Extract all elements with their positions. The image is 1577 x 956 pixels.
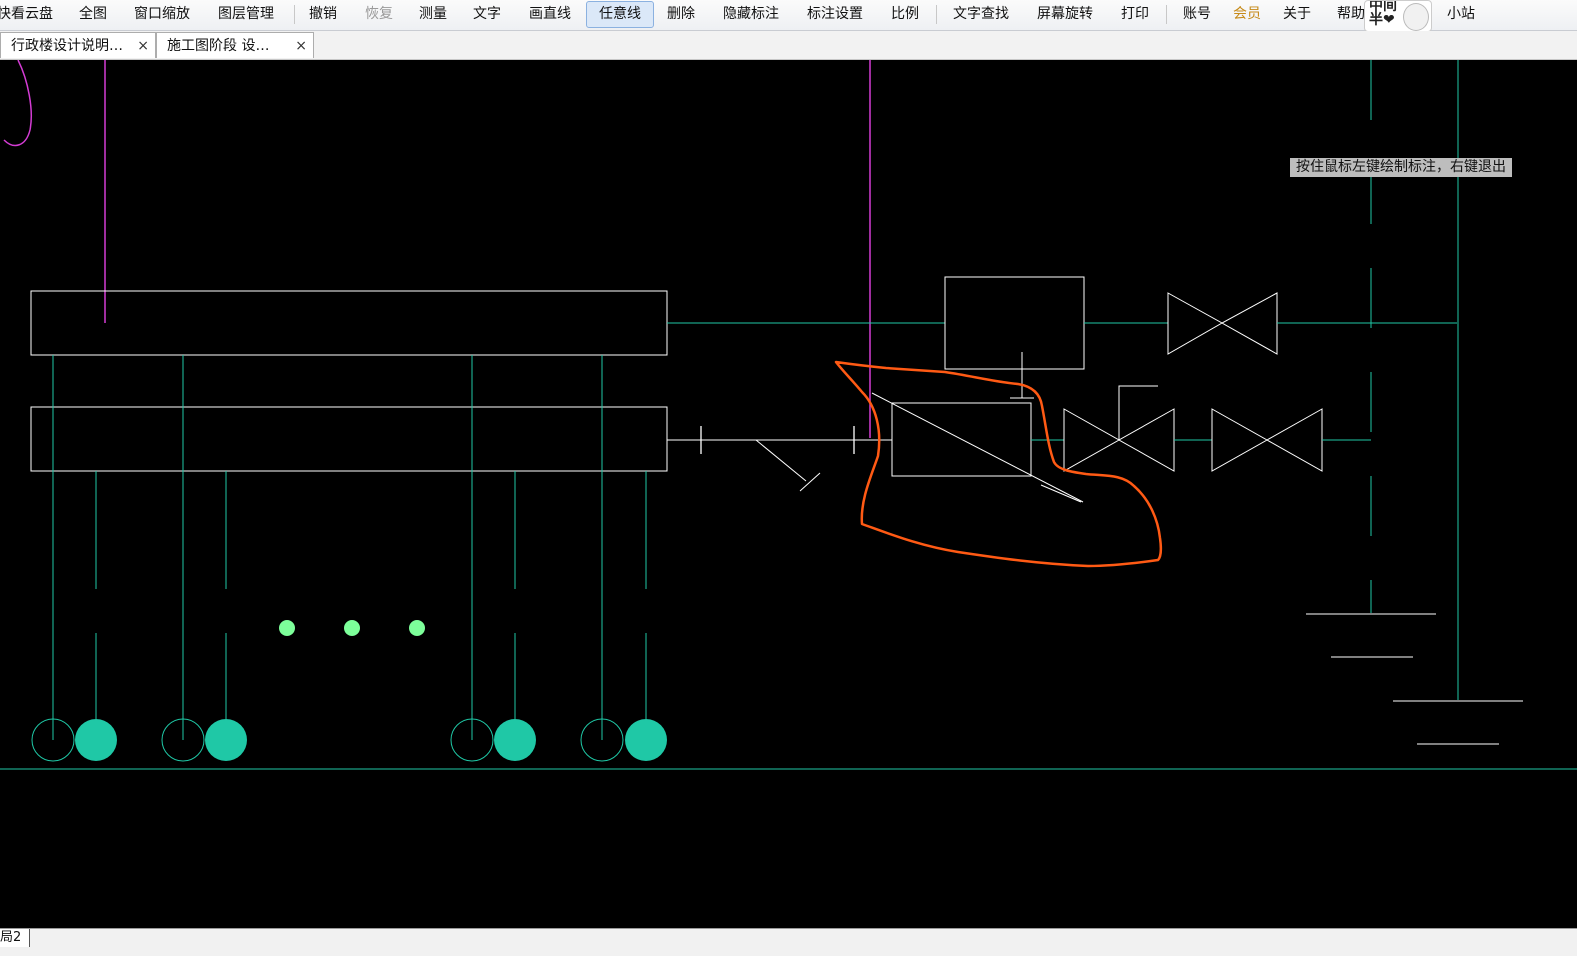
toolbar-find-text-button[interactable]: 文字查找 — [948, 0, 1014, 28]
header-box-lower — [30, 406, 668, 472]
branch-line-cap — [799, 472, 821, 492]
document-tab-bar: 行政楼设计说明… × 施工图阶段 设… × — [0, 31, 1577, 60]
toolbar-zoom-button[interactable]: 窗口缩放 — [130, 0, 194, 28]
gate-valve-symbol — [1220, 292, 1278, 355]
terminal-circle-filled — [75, 719, 117, 761]
gate-valve-symbol — [1265, 408, 1323, 472]
toolbar-separator — [1166, 5, 1167, 24]
toolbar-line-button[interactable]: 画直线 — [524, 0, 576, 28]
filter-diagonal — [871, 392, 1084, 503]
ellipsis-dot — [279, 620, 295, 636]
terminal-circle-filled — [205, 719, 247, 761]
help-badge-line2: 半❤ — [1369, 12, 1395, 28]
toolbar-measure-button[interactable]: 测量 — [414, 0, 452, 28]
toolbar-delete-button[interactable]: 删除 — [662, 0, 700, 28]
document-tab-1-label: 行政楼设计说明… — [11, 38, 123, 54]
toolbar-hide-annotations-button[interactable]: 隐藏标注 — [718, 0, 784, 28]
header-box-upper — [30, 290, 668, 356]
toolbar-print-button[interactable]: 打印 — [1116, 0, 1154, 28]
drawing-hint-tooltip: 按住鼠标左键绘制标注，右键退出 — [1290, 158, 1512, 177]
toolbar-fullview-button[interactable]: 全图 — [74, 0, 112, 28]
status-bar: 局2 — [0, 928, 1577, 956]
toolbar: 快看云盘 全图 窗口缩放 图层管理 撤销 恢复 测量 文字 画直线 任意线 删除… — [0, 0, 1577, 32]
terminal-circle-filled — [494, 719, 536, 761]
toolbar-vip-button[interactable]: 会员 — [1228, 0, 1266, 28]
layout-sheet-tab[interactable]: 局2 — [0, 929, 31, 947]
toolbar-site-button[interactable]: 小站 — [1442, 0, 1480, 28]
help-mascot-badge[interactable]: 中间 半❤ — [1364, 0, 1432, 32]
control-valve-symbol — [1117, 408, 1175, 472]
gate-valve-symbol — [1167, 292, 1224, 355]
toolbar-separator — [294, 5, 295, 24]
toolbar-text-button[interactable]: 文字 — [468, 0, 506, 28]
toolbar-about-button[interactable]: 关于 — [1278, 0, 1316, 28]
close-icon[interactable]: × — [295, 33, 307, 59]
toolbar-annotation-settings-button[interactable]: 标注设置 — [802, 0, 868, 28]
close-icon[interactable]: × — [137, 33, 149, 59]
control-valve-symbol — [1063, 408, 1121, 472]
toolbar-separator — [936, 5, 937, 24]
bunny-mascot-icon — [1403, 3, 1429, 31]
control-valve-actuator — [1118, 385, 1158, 440]
branch-line — [755, 439, 807, 482]
toolbar-cloud-button[interactable]: 快看云盘 — [0, 0, 58, 28]
filter-tail — [1040, 484, 1082, 503]
toolbar-scale-button[interactable]: 比例 — [886, 0, 924, 28]
toolbar-freeline-button[interactable]: 任意线 — [586, 1, 654, 28]
equipment-box — [944, 276, 1085, 370]
drawing-canvas[interactable]: 按住鼠标左键绘制标注，右键退出 — [0, 60, 1577, 928]
magenta-curve — [3, 60, 33, 147]
document-tab-2-label: 施工图阶段 设… — [167, 38, 270, 54]
document-tab-2[interactable]: 施工图阶段 设… × — [156, 32, 314, 58]
ellipsis-dot — [344, 620, 360, 636]
toolbar-layers-button[interactable]: 图层管理 — [214, 0, 278, 28]
toolbar-redo-button[interactable]: 恢复 — [360, 0, 398, 28]
toolbar-rotate-button[interactable]: 屏幕旋转 — [1032, 0, 1098, 28]
cad-drawing — [0, 60, 1577, 770]
toolbar-account-button[interactable]: 账号 — [1178, 0, 1216, 28]
freehand-annotation — [834, 360, 1163, 568]
terminal-circle-filled — [625, 719, 667, 761]
ellipsis-dot — [409, 620, 425, 636]
toolbar-undo-button[interactable]: 撤销 — [304, 0, 342, 28]
document-tab-1[interactable]: 行政楼设计说明… × — [0, 32, 156, 58]
gate-valve-symbol — [1211, 408, 1269, 472]
